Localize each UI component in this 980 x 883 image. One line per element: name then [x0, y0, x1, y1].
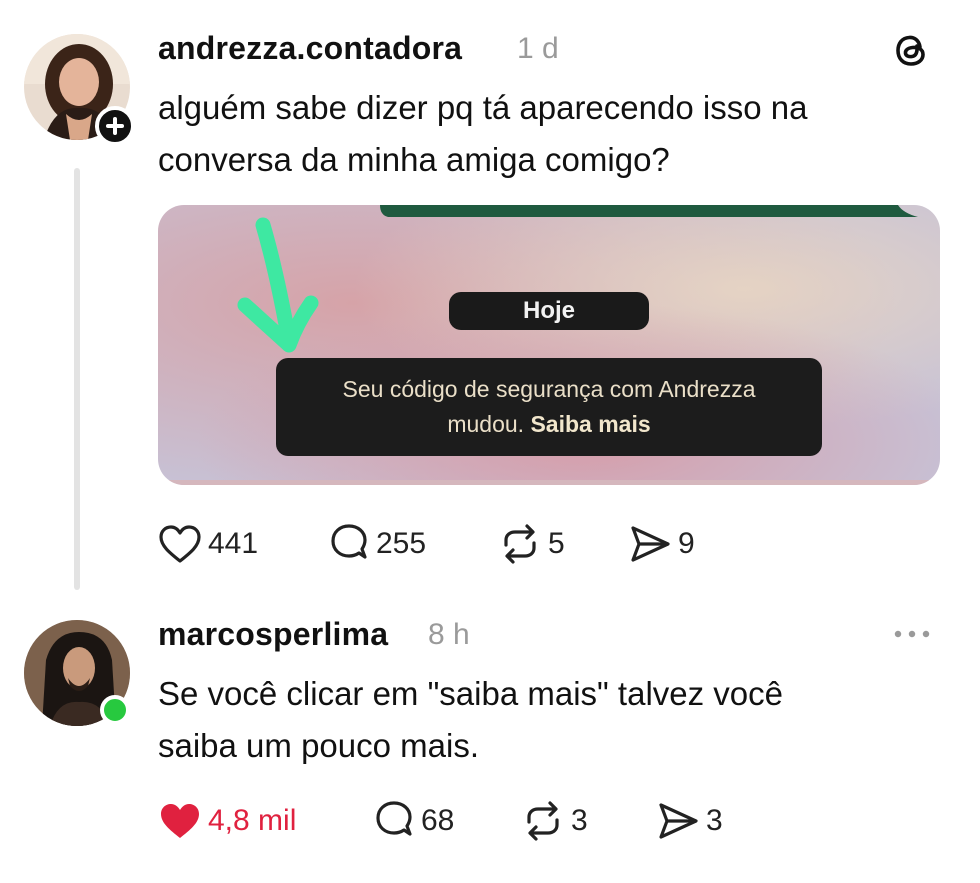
post-actions: 441 255 5 9: [158, 523, 758, 565]
post-text-line: alguém sabe dizer pq tá aparecendo isso …: [158, 89, 808, 126]
repost-count: 5: [548, 527, 565, 560]
security-code-notice: Seu código de segurança com Andrezza mud…: [276, 358, 822, 456]
notice-text: mudou.: [447, 411, 531, 437]
follow-button[interactable]: [95, 106, 135, 146]
annotation-arrow-icon: [237, 217, 319, 353]
repost-icon: [527, 801, 559, 841]
main-post: andrezza.contadora 1 d alguém sabe dizer…: [0, 0, 980, 590]
reply-text-line: saiba um pouco mais.: [158, 727, 479, 764]
post-username[interactable]: andrezza.contadora: [158, 30, 462, 67]
post-text-line: conversa da minha amiga comigo?: [158, 141, 670, 178]
like-button[interactable]: 441: [158, 524, 328, 564]
comment-icon: [376, 801, 412, 836]
send-icon: [659, 803, 698, 839]
send-icon: [631, 526, 670, 562]
comment-icon: [331, 524, 367, 559]
notice-line-2: mudou. Saiba mais: [276, 407, 822, 442]
threads-logo-icon[interactable]: [890, 28, 934, 72]
date-chip: Hoje: [449, 292, 649, 330]
like-count: 441: [208, 527, 259, 560]
like-button-liked[interactable]: 4,8 mil: [158, 801, 373, 841]
post-time: 1 d: [517, 32, 559, 65]
reply-text: Se você clicar em "saiba mais" talvez vo…: [158, 668, 783, 772]
post-text: alguém sabe dizer pq tá aparecendo isso …: [158, 82, 807, 186]
share-count: 3: [706, 804, 723, 837]
more-horizontal-icon[interactable]: [890, 622, 934, 646]
heart-filled-icon: [161, 804, 199, 838]
notice-line: Seu código de segurança com Andrezza: [342, 376, 756, 402]
repost-icon: [504, 524, 536, 564]
thread-line: [74, 168, 80, 590]
repost-button[interactable]: 3: [521, 800, 656, 842]
heart-icon: [159, 525, 201, 563]
share-button[interactable]: 9: [628, 524, 758, 564]
reply-time: 8 h: [428, 618, 470, 651]
learn-more-link[interactable]: Saiba mais: [530, 411, 650, 437]
reply-button[interactable]: 255: [328, 523, 498, 565]
reply-text-line: Se você clicar em "saiba mais" talvez vo…: [158, 675, 784, 712]
plus-icon: [106, 117, 124, 135]
reply-count: 68: [421, 804, 455, 837]
share-button[interactable]: 3: [656, 801, 786, 841]
repost-button[interactable]: 5: [498, 523, 628, 565]
reply-username[interactable]: marcosperlima: [158, 616, 388, 653]
reply-actions: 4,8 mil 68 3 3: [158, 800, 786, 842]
like-count: 4,8 mil: [208, 804, 297, 837]
reply-count: 255: [376, 527, 427, 560]
online-status-indicator: [100, 695, 130, 725]
share-count: 9: [678, 527, 695, 560]
repost-count: 3: [571, 804, 588, 837]
reply-button[interactable]: 68: [373, 800, 521, 842]
